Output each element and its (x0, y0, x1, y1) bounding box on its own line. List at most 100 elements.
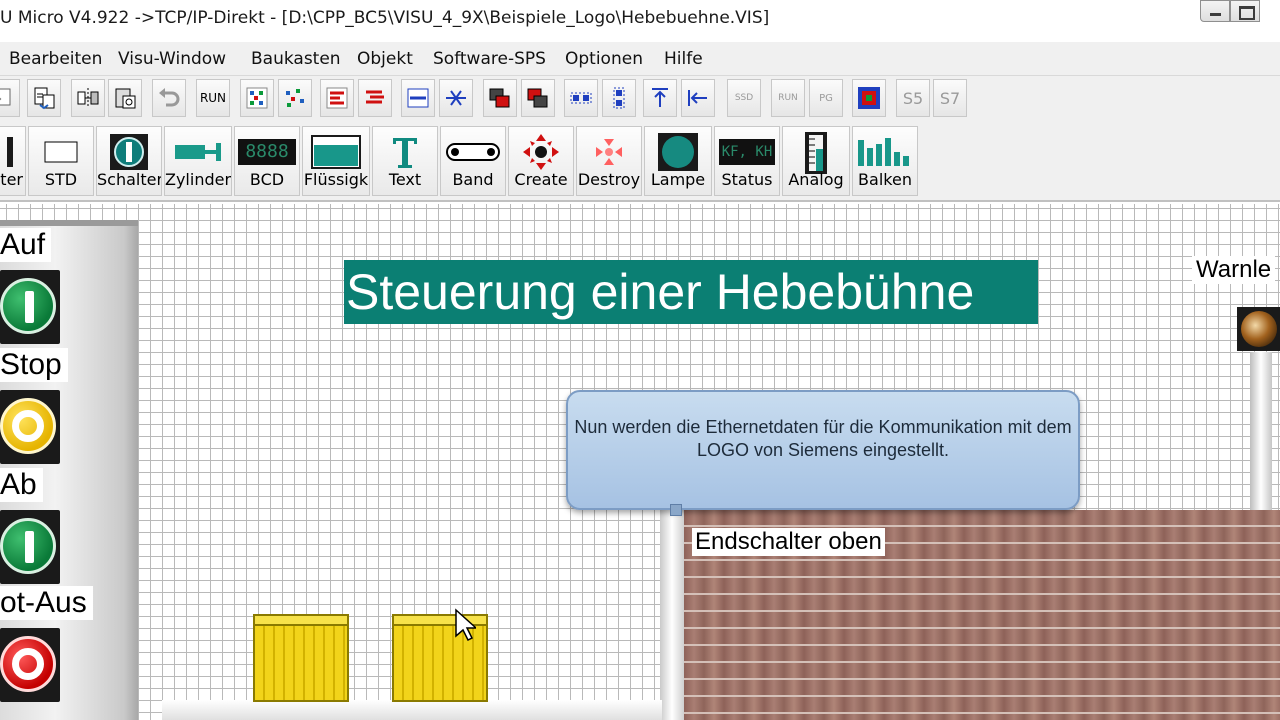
group-v-icon[interactable] (602, 79, 636, 117)
send-back-icon[interactable] (521, 79, 555, 117)
ring-symbol-icon (12, 410, 44, 442)
ab-label: Ab (0, 468, 43, 502)
list-red-icon[interactable] (358, 79, 392, 117)
tool-bcd[interactable]: 8888 BCD (234, 126, 300, 196)
run-label: RUN (199, 91, 227, 105)
bring-front-icon[interactable] (483, 79, 517, 117)
grid-color-icon[interactable] (240, 79, 274, 117)
color-frame-icon[interactable] (852, 79, 886, 117)
s7-button[interactable]: S7 (933, 79, 967, 117)
tool-label: Status (721, 170, 773, 189)
mirror-icon[interactable] (71, 79, 105, 117)
bar-graph-icon (853, 134, 917, 170)
undo-icon[interactable] (152, 79, 186, 117)
on-symbol-icon (25, 291, 34, 323)
push-button-icon (97, 134, 161, 170)
ab-button[interactable] (0, 510, 60, 584)
tool-lampe[interactable]: Lampe (644, 126, 712, 196)
tool-zylinder[interactable]: Zylinder (164, 126, 232, 196)
menu-objekt[interactable]: Objekt (357, 49, 413, 69)
lamp-post (1250, 352, 1272, 512)
auf-label: Auf (0, 228, 52, 262)
tool-balken[interactable]: Balken (852, 126, 918, 196)
tool-label: Zylinder (165, 170, 231, 189)
align-left-icon[interactable] (681, 79, 715, 117)
group-h-icon[interactable] (564, 79, 598, 117)
tool-label: Band (452, 170, 494, 189)
destroy-arrows-icon (577, 134, 641, 170)
platform-floor (162, 700, 662, 720)
lamp-icon (645, 133, 711, 171)
pg-button[interactable]: PG (809, 79, 843, 117)
menu-hilfe[interactable]: Hilfe (664, 49, 703, 69)
info-callout[interactable]: Nun werden die Ethernetdaten für die Kom… (566, 390, 1080, 516)
minimize-button[interactable] (1200, 0, 1230, 22)
cross-line-icon[interactable] (439, 79, 473, 117)
hline-icon[interactable] (401, 79, 435, 117)
lift-pillar (660, 510, 684, 720)
tool-status[interactable]: KF, KH Status (714, 126, 780, 196)
tool-label: Text (388, 170, 422, 189)
menu-bar: Bearbeiten Visu-Window Baukasten Objekt … (0, 42, 1280, 76)
menu-baukasten[interactable]: Baukasten (251, 49, 341, 69)
tool-fluessigkeit[interactable]: Flüssigk (302, 126, 370, 196)
clipboard-icon[interactable] (108, 79, 142, 117)
menu-software-sps[interactable]: Software-SPS (433, 49, 546, 69)
stop-label: Stop (0, 348, 68, 382)
s7-label: S7 (939, 88, 961, 108)
stop-button-cap (0, 398, 56, 454)
status-display: KF, KH (719, 139, 775, 165)
run-button[interactable]: RUN (196, 79, 230, 117)
auf-button-cap (0, 278, 56, 334)
tool-schalter[interactable]: Schalter (96, 126, 162, 196)
endschalter-label[interactable]: Endschalter oben (692, 528, 885, 556)
tank-icon (303, 134, 369, 170)
run-disabled-button[interactable]: RUN (771, 79, 805, 117)
tool-std[interactable]: STD (28, 126, 94, 196)
auf-button[interactable] (0, 270, 60, 344)
menu-bearbeiten[interactable]: Bearbeiten (9, 49, 102, 69)
tool-label: Balken (858, 170, 912, 189)
scatter-icon[interactable] (278, 79, 312, 117)
tool-label: Create (514, 170, 568, 189)
mouse-cursor-icon (455, 608, 476, 642)
menu-visu-window[interactable]: Visu-Window (118, 49, 226, 69)
tool-label: Schalter (97, 170, 161, 189)
rectangle-icon (29, 134, 93, 170)
on-symbol-icon (25, 531, 34, 563)
title-bar: U Micro V4.922 ->TCP/IP-Direkt - [D:\CPP… (0, 0, 1280, 42)
tool-create[interactable]: Create (508, 126, 574, 196)
run-disabled-label: RUN (778, 93, 798, 103)
warnleuchte-label[interactable]: Warnle (1192, 256, 1276, 284)
align-list-icon[interactable] (320, 79, 354, 117)
stop-button[interactable] (0, 390, 60, 464)
switch-icon (0, 134, 25, 170)
text-icon (373, 134, 437, 170)
ring-symbol-icon (12, 648, 44, 680)
align-top-icon[interactable] (643, 79, 677, 117)
notaus-button[interactable] (0, 628, 60, 702)
crate-left[interactable] (253, 614, 349, 702)
notaus-button-cap (0, 636, 56, 692)
warning-lamp-icon[interactable] (1237, 307, 1280, 351)
pg-label: PG (819, 92, 833, 104)
ssd-button[interactable]: SSD (727, 79, 761, 117)
callout-anchor-handle[interactable] (670, 504, 682, 516)
visualization-canvas[interactable]: Auf Stop Ab ot-Aus Steuerung einer Hebeb… (0, 204, 1280, 720)
page-title[interactable]: Steuerung einer Hebebühne (344, 260, 1038, 324)
analog-gauge-icon (783, 131, 849, 175)
bcd-display-icon: 8888 (235, 134, 299, 170)
tool-text[interactable]: Text (372, 126, 438, 196)
maximize-button[interactable] (1230, 0, 1260, 22)
copy-icon[interactable] (0, 79, 20, 117)
tool-schalter-partial[interactable]: alter (0, 126, 26, 196)
menu-optionen[interactable]: Optionen (565, 49, 643, 69)
ssd-label: SSD (734, 93, 754, 103)
s5-button[interactable]: S5 (896, 79, 930, 117)
tool-destroy[interactable]: Destroy (576, 126, 642, 196)
tool-band[interactable]: Band (440, 126, 506, 196)
status-display-icon: KF, KH (715, 134, 779, 170)
export-icon[interactable] (27, 79, 61, 117)
tool-label: Analog (788, 170, 844, 189)
tool-analog[interactable]: Analog (782, 126, 850, 196)
